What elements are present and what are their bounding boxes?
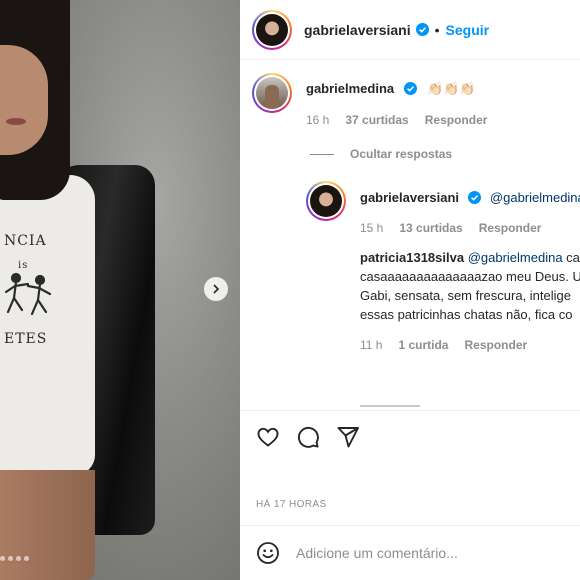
divider-line — [310, 153, 334, 155]
verified-badge-icon — [415, 23, 429, 36]
reply-text-line: casaaaaaaaaaaaaaazao meu Deus. U — [360, 269, 580, 284]
reply-text-line: essas patricinhas chatas não, fica co — [360, 307, 573, 322]
share-icon[interactable] — [336, 425, 360, 449]
add-comment-bar — [240, 525, 580, 580]
reply-meta: 11 h 1 curtida Responder — [360, 338, 527, 352]
reply-likes[interactable]: 13 curtidas — [399, 221, 462, 235]
comment-meta: 16 h 37 curtidas Responder — [306, 113, 487, 127]
comment-likes[interactable]: 37 curtidas — [345, 113, 408, 127]
emoji-icon[interactable] — [256, 541, 280, 565]
carousel-dot — [16, 556, 21, 561]
verified-badge-icon — [403, 82, 417, 95]
header-separator: • — [434, 21, 440, 38]
post-photo[interactable]: NCIA is ETES — [0, 0, 240, 580]
reply-meta: 15 h 13 curtidas Responder — [360, 221, 541, 235]
next-photo-button[interactable] — [204, 277, 228, 301]
comment-username[interactable]: gabrielmedina — [306, 81, 394, 96]
reply-body: patricia1318silva @gabrielmedina ca casa… — [360, 248, 580, 324]
add-comment-input[interactable] — [296, 545, 556, 561]
reply-mention[interactable]: @gabrielmedina — [468, 250, 563, 265]
reply-item — [306, 181, 346, 221]
reply-text: ca — [562, 250, 580, 265]
commenter-avatar[interactable] — [252, 73, 292, 113]
post-side-panel: gabrielaversiani • Seguir gabrielmedina … — [240, 0, 580, 580]
carousel-dot — [0, 556, 5, 561]
verified-badge-icon — [468, 191, 482, 204]
hide-replies-button[interactable]: Ocultar respostas — [310, 147, 452, 161]
shirt-print-line: NCIA — [4, 233, 47, 249]
carousel-dot — [24, 556, 29, 561]
photo-lips — [6, 118, 26, 125]
post-actions: HÁ 17 HORAS — [240, 410, 580, 525]
chevron-right-icon — [213, 284, 220, 294]
comment-text: 👏🏻👏🏻👏🏻 — [427, 81, 476, 96]
reply-time: 15 h — [360, 221, 384, 235]
reply-button[interactable]: Responder — [479, 221, 542, 235]
follow-button[interactable]: Seguir — [446, 22, 490, 38]
reply-button[interactable]: Responder — [425, 113, 488, 127]
hide-replies-label: Ocultar respostas — [350, 147, 453, 161]
reply-avatar[interactable] — [306, 181, 346, 221]
clipped-comment-row — [360, 401, 440, 409]
reply-text-line: Gabi, sensata, sem frescura, intelige — [360, 288, 571, 303]
reply-time: 11 h — [360, 338, 383, 352]
reply-username[interactable]: gabrielaversiani — [360, 190, 459, 205]
reply-body: gabrielaversiani @gabrielmedina ca — [360, 189, 580, 207]
author-username[interactable]: gabrielaversiani — [304, 22, 411, 38]
heart-icon[interactable] — [256, 425, 280, 449]
reply-mention[interactable]: @gabrielmedina — [490, 190, 580, 205]
comment-time: 16 h — [306, 113, 330, 127]
carousel-dot — [8, 556, 13, 561]
comment-body: gabrielmedina 👏🏻👏🏻👏🏻 — [306, 80, 476, 98]
carousel-dots — [0, 556, 29, 561]
post-header: gabrielaversiani • Seguir — [240, 0, 580, 60]
post-timestamp: HÁ 17 HORAS — [256, 499, 327, 510]
reply-likes[interactable]: 1 curtida — [398, 338, 448, 352]
comment-icon[interactable] — [296, 425, 320, 449]
reply-username[interactable]: patricia1318silva — [360, 250, 464, 265]
comment-item — [252, 73, 292, 113]
author-avatar[interactable] — [252, 9, 292, 50]
reply-button[interactable]: Responder — [464, 338, 527, 352]
comments-list[interactable]: gabrielmedina 👏🏻👏🏻👏🏻 16 h 37 curtidas Re… — [240, 61, 580, 409]
photo-legs — [0, 470, 95, 580]
shirt-figures-graphic — [4, 272, 52, 316]
